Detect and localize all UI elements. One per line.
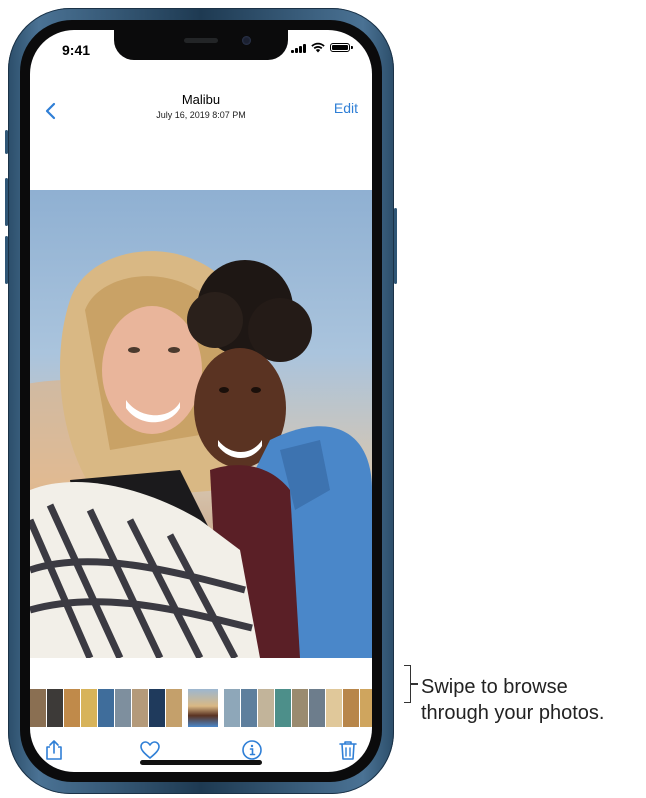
battery-icon	[330, 43, 353, 52]
thumbnail[interactable]	[149, 689, 165, 727]
thumbnail[interactable]	[132, 689, 148, 727]
status-icons	[291, 42, 353, 53]
front-camera	[242, 36, 251, 45]
callout-line-2: through your photos.	[421, 702, 605, 724]
home-indicator[interactable]	[140, 760, 262, 765]
info-icon[interactable]	[240, 738, 264, 762]
action-button	[5, 130, 8, 154]
callout-line-1: Swipe to browse	[421, 676, 568, 698]
bezel: 9:41 Malibu July 16, 2019 8:07 PM Edit	[20, 20, 382, 782]
thumbnail[interactable]	[326, 689, 342, 727]
trash-icon[interactable]	[336, 738, 360, 762]
photo-date: July 16, 2019 8:07 PM	[156, 110, 246, 120]
cellular-signal-icon	[291, 43, 306, 53]
nav-bar: Malibu July 16, 2019 8:07 PM Edit	[30, 86, 372, 130]
thumbnail[interactable]	[47, 689, 63, 727]
thumbnail[interactable]	[81, 689, 97, 727]
thumbnail[interactable]	[241, 689, 257, 727]
thumbnail[interactable]	[30, 689, 46, 727]
thumbnail[interactable]	[115, 689, 131, 727]
notch	[114, 30, 288, 60]
wifi-icon	[311, 42, 325, 53]
thumbnail[interactable]	[360, 689, 372, 727]
thumbnail[interactable]	[292, 689, 308, 727]
thumbnail[interactable]	[275, 689, 291, 727]
thumbnail[interactable]	[98, 689, 114, 727]
page-title: Malibu	[181, 92, 221, 107]
power-button	[394, 208, 397, 284]
thumbnail[interactable]	[166, 689, 182, 727]
thumbnail[interactable]	[343, 689, 359, 727]
screen: 9:41 Malibu July 16, 2019 8:07 PM Edit	[30, 30, 372, 772]
share-icon[interactable]	[42, 738, 66, 762]
thumbnail[interactable]	[309, 689, 325, 727]
status-time: 9:41	[62, 42, 91, 58]
callout-bracket-tick	[410, 683, 418, 685]
callout-text: Swipe to browse through your photos.	[421, 674, 604, 726]
speaker-grille	[184, 38, 218, 43]
edit-button[interactable]: Edit	[334, 100, 358, 116]
heart-icon[interactable]	[138, 738, 162, 762]
volume-up-button	[5, 178, 8, 226]
thumbnail-current[interactable]	[188, 689, 218, 727]
volume-down-button	[5, 236, 8, 284]
phone-frame: 9:41 Malibu July 16, 2019 8:07 PM Edit	[5, 8, 397, 794]
main-photo[interactable]	[30, 190, 372, 658]
thumbnail[interactable]	[224, 689, 240, 727]
thumbnail[interactable]	[64, 689, 80, 727]
photo-filmstrip[interactable]	[30, 689, 372, 727]
thumbnail[interactable]	[258, 689, 274, 727]
photo-image	[30, 251, 372, 658]
